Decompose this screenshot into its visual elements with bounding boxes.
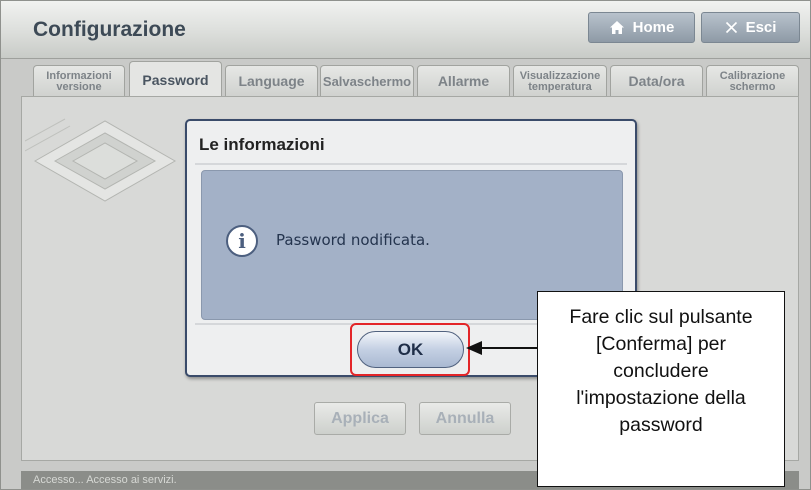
callout-line: concludere [613,360,709,382]
tab-visualizzazione-temperatura[interactable]: Visualizzazione temperatura [513,65,607,97]
tab-data-ora[interactable]: Data/ora [610,65,703,97]
cancel-button[interactable]: Annulla [419,402,511,435]
tab-label-line1: Visualizzazione [519,69,601,82]
tab-label-line1: Informazioni [46,69,112,82]
close-icon [725,21,738,34]
tab-calibrazione-schermo[interactable]: Calibrazione schermo [706,65,799,97]
ceiling-unit-illustration [25,118,177,202]
ok-button[interactable]: OK [357,331,464,368]
tab-label-line1: Calibrazione [719,69,786,82]
callout-line: l'impostazione della [576,387,746,409]
title-bar: Configurazione Home Esci [1,1,810,59]
exit-button-label: Esci [745,19,777,36]
callout-line: Fare clic sul pulsante [569,306,753,328]
tab-label: Salvaschermo [322,74,412,89]
tab-label-line2: versione [56,80,102,93]
tab-label-line2: temperatura [528,80,592,93]
tab-label: Password [142,71,209,88]
tab-password[interactable]: Password [129,61,222,98]
dialog-divider [195,163,627,165]
tab-label: Allarme [437,73,490,89]
instruction-callout: Fare clic sul pulsante [Conferma] per co… [537,291,785,487]
tab-allarme[interactable]: Allarme [417,65,510,97]
tab-informazioni-versione[interactable]: Informazioni versione [33,65,125,97]
home-button[interactable]: Home [588,12,695,43]
apply-button[interactable]: Applica [314,402,406,435]
tab-label-line2: schermo [729,80,776,93]
tab-label: Language [238,73,305,89]
home-icon [609,20,625,35]
dialog-message: Password nodificata. [276,231,430,249]
info-icon: i [226,225,258,257]
callout-line: [Conferma] per [595,333,727,355]
exit-button[interactable]: Esci [701,12,800,43]
tab-label: Data/ora [628,73,685,89]
dialog-title: Le informazioni [199,135,325,154]
home-button-label: Home [632,19,675,36]
tab-language[interactable]: Language [225,65,318,97]
callout-arrow [466,341,541,355]
tab-salvaschermo[interactable]: Salvaschermo [320,65,414,97]
callout-line: password [619,414,703,436]
page-title: Configurazione [33,18,186,41]
